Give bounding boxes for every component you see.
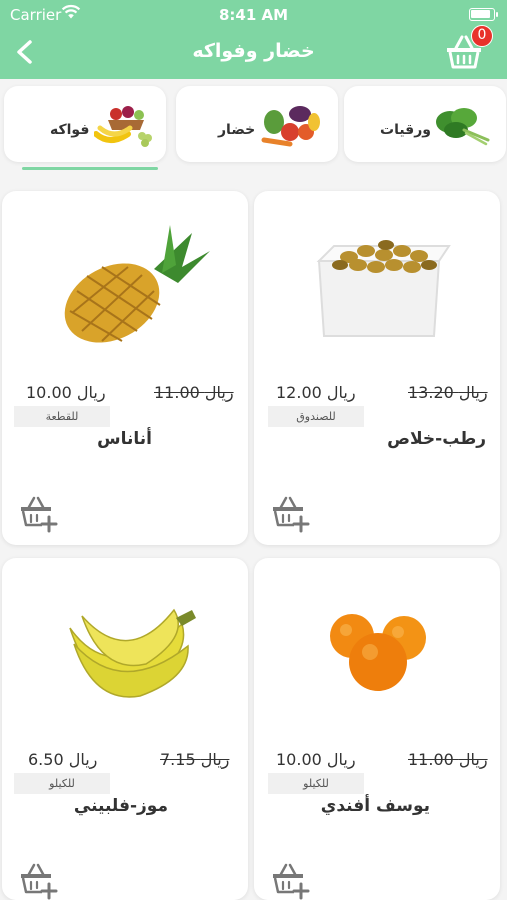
status-bar: Carrier 8:41 AM [0, 0, 507, 30]
current-price: 10.00 ريال [276, 750, 356, 769]
original-price: 13.20 ريال [408, 383, 488, 402]
product-card[interactable]: 7.15 ريال 6.50 ريال للكيلو موز-فلبيني [2, 558, 248, 900]
pineapple-image [64, 225, 210, 343]
page-title: خضار وفواكه [192, 40, 315, 62]
cart-count-badge: 0 [471, 25, 493, 47]
product-card[interactable]: 11.00 ريال 10.00 ريال للقطعة أناناس [2, 191, 248, 545]
original-price: 11.00 ريال [154, 383, 234, 402]
unit-label: للقطعة [14, 406, 110, 427]
current-price: 10.00 ريال [26, 383, 106, 402]
fruits-image [94, 106, 152, 147]
tab-leafy-greens-label: ورقيات [380, 122, 431, 138]
tab-vegetables-label: خضار [218, 122, 256, 138]
tab-fruits[interactable]: فواكه [4, 86, 166, 162]
dates-box-image [316, 240, 451, 337]
add-to-cart-icon[interactable] [18, 495, 58, 533]
current-price: 6.50 ريال [28, 750, 98, 769]
product-name: أناناس [97, 429, 152, 449]
add-to-cart-icon[interactable] [18, 862, 58, 900]
vegetables-image [261, 106, 320, 147]
clock: 8:41 AM [218, 6, 289, 24]
tab-vegetables[interactable]: خضار [176, 86, 338, 162]
tab-leafy-greens[interactable]: ورقيات [344, 86, 506, 162]
product-card[interactable]: 11.00 ريال 10.00 ريال للكيلو يوسف أفندي [254, 558, 500, 900]
tangerine-image [330, 614, 426, 691]
original-price: 7.15 ريال [160, 750, 230, 769]
leafy-greens-image [436, 108, 490, 146]
app-header: Carrier 8:41 AM خضار وفواكه 0 [0, 0, 507, 79]
category-tabs: ورقيات خضار فواكه [0, 79, 507, 178]
add-to-cart-icon[interactable] [270, 495, 310, 533]
current-price: 12.00 ريال [276, 383, 356, 402]
product-name: يوسف أفندي [320, 796, 430, 816]
active-tab-indicator [22, 167, 158, 170]
product-name: موز-فلبيني [73, 796, 168, 816]
unit-label: للكيلو [268, 773, 364, 794]
add-to-cart-icon[interactable] [270, 862, 310, 900]
tab-fruits-label: فواكه [50, 122, 90, 138]
product-card[interactable]: 13.20 ريال 12.00 ريال للصندوق رطب-خلاص [254, 191, 500, 545]
battery-icon [469, 8, 498, 21]
original-price: 11.00 ريال [408, 750, 488, 769]
banana-image [69, 608, 196, 698]
unit-label: للكيلو [14, 773, 110, 794]
unit-label: للصندوق [268, 406, 364, 427]
product-name: رطب-خلاص [387, 429, 486, 449]
